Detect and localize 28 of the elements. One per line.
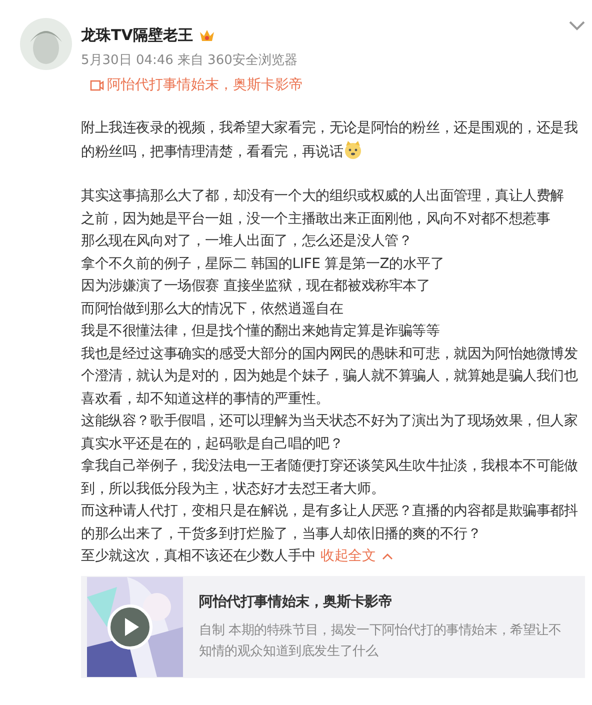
card-description: 自制 本期的特殊节目，揭发一下阿怡代打的事情始末，希望让不知情的观众知道到底发生了什么 — [199, 622, 562, 661]
post-line: 之前，因为她是平台一姐，没一个主播敢出来正面刚他，风向不对都不想惹事 — [81, 210, 552, 228]
post-line: 因为涉嫌演了一场假赛 直接坐监狱，现在都被戏称牢本了 — [81, 277, 432, 296]
avatar[interactable] — [20, 18, 72, 70]
post-line: 拿个不久前的例子，星际二 韩国的LIFE 算是第一Z的水平了 — [81, 254, 446, 274]
video-icon — [90, 80, 104, 91]
play-icon[interactable] — [107, 604, 153, 650]
card-title: 阿怡代打事情始末，奥斯卡影帝 — [199, 593, 394, 612]
post-time[interactable]: 5月30日 04:46 — [81, 50, 174, 70]
post-line: 而这种请人代打，变相只是在解说，是有多让人厌恶？直播的内容都是欺骗事都抖的那么出来了，干货多到打烂脸了，当事人却依旧播的爽的不行？ — [81, 502, 579, 544]
post-line: 我也是经过这事确实的感受大部分的国内网民的愚昧和可悲，就因为阿怡她微博发个澄清，就认为是对的，因为她是个妹子，骗人就不算骗人，就算她是骗人我们也喜欢看，却不知道这样的事情的严重性。 — [81, 344, 579, 408]
post-line: 而阿怡做到那么大的情况下，依然逍遥自在 — [81, 300, 344, 318]
post-line: 那么现在风向对了，一堆人出面了，怎么还是没人管？ — [81, 232, 414, 251]
post-line: 拿我自己举例子，我没法电一王者随便打穿还谈笑风生吹牛扯淡，我根本不可能做到，所以我低分段为主，状态好才去怼王者大师。 — [81, 457, 579, 498]
crown-icon — [198, 28, 215, 42]
video-link[interactable]: 阿怡代打事情始末，奥斯卡影帝 — [107, 75, 303, 96]
video-card[interactable]: 阿怡代打事情始末，奥斯卡影帝 自制 本期的特殊节目，揭发一下阿怡代打的事情始末，希望让不知情的观众知道到底发生了什么 — [81, 576, 585, 678]
caret-up-icon[interactable] — [382, 552, 393, 560]
dog-emoji-icon — [343, 140, 364, 160]
post-line: 至少就这次，真相不该还在少数人手中 — [81, 547, 316, 566]
post-line: 这能纵容？歌手假唱，还可以理解为当天状态不好为了演出为了现场效果，但人家真实水平还是在的，起码歌是自己唱的吧？ — [81, 412, 579, 454]
chevron-down-icon[interactable] — [568, 20, 586, 32]
post-source: 来自 360安全浏览器 — [177, 52, 298, 70]
post-line: 我是不很懂法律，但是找个懂的翻出来她肯定算是诈骗等等 — [81, 322, 441, 341]
author-name[interactable]: 龙珠TV隔壁老王 — [81, 24, 193, 46]
post-line: 其实这事搞那么大了都，却没有一个大的组织或权威的人出面管理，真让人费解 — [81, 187, 566, 206]
post-paragraph: 附上我连夜录的视频，我希望大家看完，无论是阿怡的粉丝，还是围观的，还是我的粉丝吗，把事情理清楚，看看完，再说话 — [81, 119, 579, 162]
collapse-link[interactable]: 收起全文 — [320, 545, 393, 568]
